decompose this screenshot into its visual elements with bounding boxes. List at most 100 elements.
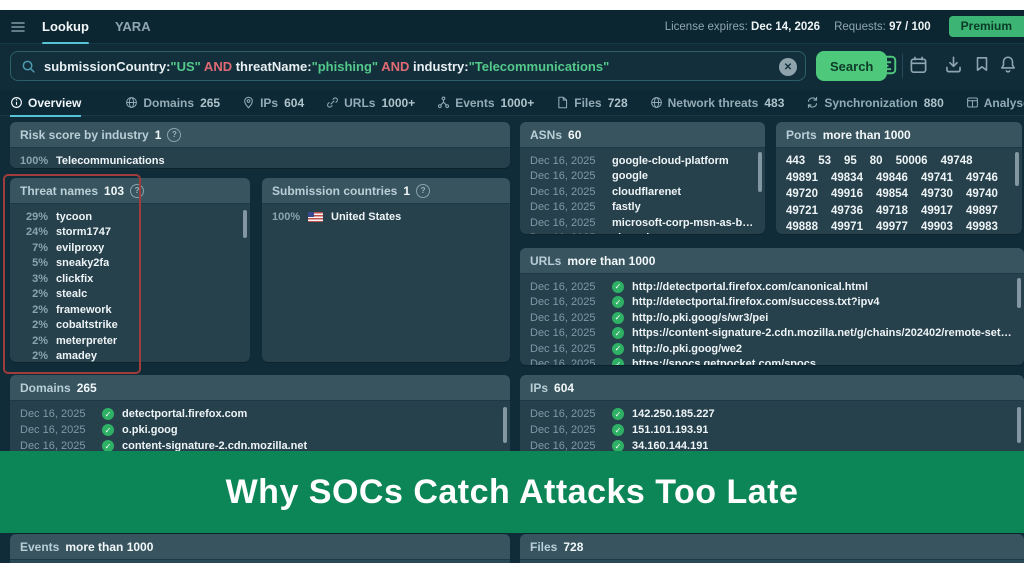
panel-title: Risk score by industry: [20, 128, 149, 142]
calendar-icon[interactable]: [909, 55, 928, 74]
check-icon: [102, 408, 114, 420]
port-value[interactable]: 49834: [831, 172, 863, 184]
list-item[interactable]: 100% United States: [272, 209, 500, 225]
port-value[interactable]: 49916: [831, 188, 863, 200]
list-item[interactable]: Dec 16, 2025 https://content-signature-2…: [530, 326, 1014, 342]
list-item[interactable]: 24% storm1747: [20, 225, 240, 241]
query-operator: AND: [201, 59, 236, 74]
list-item[interactable]: 2% stealc: [20, 287, 240, 303]
list-item[interactable]: Dec 16, 2025 http://o.pki.goog/s/wr3/pei: [530, 310, 1014, 326]
panel-title: Domains: [20, 381, 71, 395]
port-value[interactable]: 49971: [831, 221, 863, 233]
tab-analyses[interactable]: Analyses809: [966, 90, 1024, 116]
port-value[interactable]: 49740: [966, 188, 998, 200]
nav-item-yara[interactable]: YARA: [115, 10, 151, 44]
port-value[interactable]: 49917: [921, 205, 953, 217]
list-item[interactable]: Dec 16, 2025 https://spocs.getpocket.com…: [530, 357, 1014, 366]
port-value[interactable]: 49897: [966, 205, 998, 217]
list-item[interactable]: Dec 16, 2025 http://detectportal.firefox…: [530, 279, 1014, 295]
port-value[interactable]: 49746: [966, 172, 998, 184]
nav-item-lookup[interactable]: Lookup: [42, 10, 89, 44]
list-item[interactable]: Dec 16, 2025 http://detectportal.firefox…: [530, 295, 1014, 311]
list-item[interactable]: 2% meterpreter: [20, 333, 240, 349]
port-value[interactable]: 49741: [921, 172, 953, 184]
tab-ips[interactable]: IPs604: [242, 90, 304, 116]
saved-queries-icon[interactable]: [876, 54, 898, 76]
port-value[interactable]: 443: [786, 155, 805, 167]
list-item[interactable]: Dec 16, 2025 detectportal.firefox.com: [20, 406, 500, 422]
hamburger-menu-icon[interactable]: [10, 19, 26, 35]
list-item[interactable]: 2% amadey: [20, 349, 240, 363]
search-row: submissionCountry:"US" AND threatName:"p…: [0, 44, 1024, 90]
bookmark-icon[interactable]: [973, 55, 991, 73]
port-value[interactable]: 49730: [921, 188, 953, 200]
list-item[interactable]: Dec 16, 2025 o.pki.goog: [20, 422, 500, 438]
port-value[interactable]: 49748: [941, 155, 973, 167]
list-item[interactable]: Dec 16, 2025 cloudflarenet: [530, 184, 755, 200]
app-window: Lookup YARA License expires: Dec 14, 202…: [0, 0, 1024, 576]
tab-files[interactable]: Files728: [556, 90, 627, 116]
port-value[interactable]: 49903: [921, 221, 953, 233]
scrollbar-thumb[interactable]: [1017, 278, 1021, 308]
download-icon[interactable]: [944, 55, 963, 74]
help-icon[interactable]: [167, 128, 181, 142]
tab-label: Events: [455, 96, 494, 110]
list-item[interactable]: 29% tycoon: [20, 209, 240, 225]
port-value[interactable]: 95: [844, 155, 857, 167]
port-value[interactable]: 49720: [786, 188, 818, 200]
port-value[interactable]: 50006: [896, 155, 928, 167]
scrollbar-thumb[interactable]: [243, 210, 247, 238]
port-value[interactable]: 80: [870, 155, 883, 167]
list-item[interactable]: Dec 16, 2025 142.250.185.227: [530, 406, 1014, 422]
panel-count: 604: [554, 381, 574, 395]
list-item[interactable]: 7% evilproxy: [20, 240, 240, 256]
port-value[interactable]: 49718: [876, 205, 908, 217]
threat-name: framework: [56, 304, 112, 316]
port-value[interactable]: 49891: [786, 172, 818, 184]
search-input[interactable]: submissionCountry:"US" AND threatName:"p…: [10, 51, 806, 81]
scrollbar-thumb[interactable]: [758, 152, 762, 192]
list-item[interactable]: 5% sneaky2fa: [20, 256, 240, 272]
check-icon: [612, 408, 624, 420]
percent-value: 3%: [20, 273, 48, 285]
scrollbar-thumb[interactable]: [1017, 407, 1021, 443]
port-value[interactable]: 49854: [876, 188, 908, 200]
port-value[interactable]: 49721: [786, 205, 818, 217]
help-icon[interactable]: [416, 184, 430, 198]
list-item[interactable]: 2% cobaltstrike: [20, 318, 240, 334]
list-item[interactable]: 2% framework: [20, 302, 240, 318]
domain-value: o.pki.goog: [122, 424, 178, 436]
list-item[interactable]: Dec 16, 2025 google: [530, 169, 755, 185]
port-value[interactable]: 49846: [876, 172, 908, 184]
tab-domains[interactable]: Domains265: [125, 90, 220, 116]
tab-synchronization[interactable]: Synchronization880: [806, 90, 943, 116]
clear-query-icon[interactable]: [779, 58, 797, 76]
port-value[interactable]: 53: [818, 155, 831, 167]
scrollbar-thumb[interactable]: [503, 407, 507, 443]
tab-overview[interactable]: Overview: [10, 90, 81, 116]
check-icon: [612, 424, 624, 436]
port-value[interactable]: 49977: [876, 221, 908, 233]
tab-urls[interactable]: URLs1000+: [326, 90, 415, 116]
list-item[interactable]: Dec 16, 2025 151.101.193.91: [530, 422, 1014, 438]
list-item[interactable]: Dec 16, 2025 http://o.pki.goog/we2: [530, 341, 1014, 357]
help-icon[interactable]: [130, 184, 144, 198]
tab-events[interactable]: Events1000+: [437, 90, 534, 116]
list-item[interactable]: Dec 16, 2025 google-cloud-platform: [530, 153, 755, 169]
list-item[interactable]: 100% Telecommunications: [20, 153, 500, 168]
percent-value: 2%: [20, 304, 48, 316]
tab-network-threats[interactable]: Network threats483: [650, 90, 785, 116]
list-item[interactable]: Dec 16, 2025 microsoft-corp-msn-as-block: [530, 215, 755, 231]
list-item[interactable]: Dec 16, 2025 akamai-as: [530, 231, 755, 235]
port-value[interactable]: 49736: [831, 205, 863, 217]
topbar-right-group: License expires: Dec 14, 2026 Requests: …: [665, 16, 1024, 37]
list-item[interactable]: Dec 16, 2025 fastly: [530, 200, 755, 216]
bell-icon[interactable]: [999, 55, 1017, 73]
scrollbar-thumb[interactable]: [1015, 152, 1019, 186]
panel-header: Files 728: [520, 534, 1024, 560]
row-date: Dec 16, 2025: [530, 343, 604, 355]
query-value: "phishing": [312, 59, 379, 74]
list-item[interactable]: 3% clickfix: [20, 271, 240, 287]
port-value[interactable]: 49888: [786, 221, 818, 233]
port-value[interactable]: 49983: [966, 221, 998, 233]
